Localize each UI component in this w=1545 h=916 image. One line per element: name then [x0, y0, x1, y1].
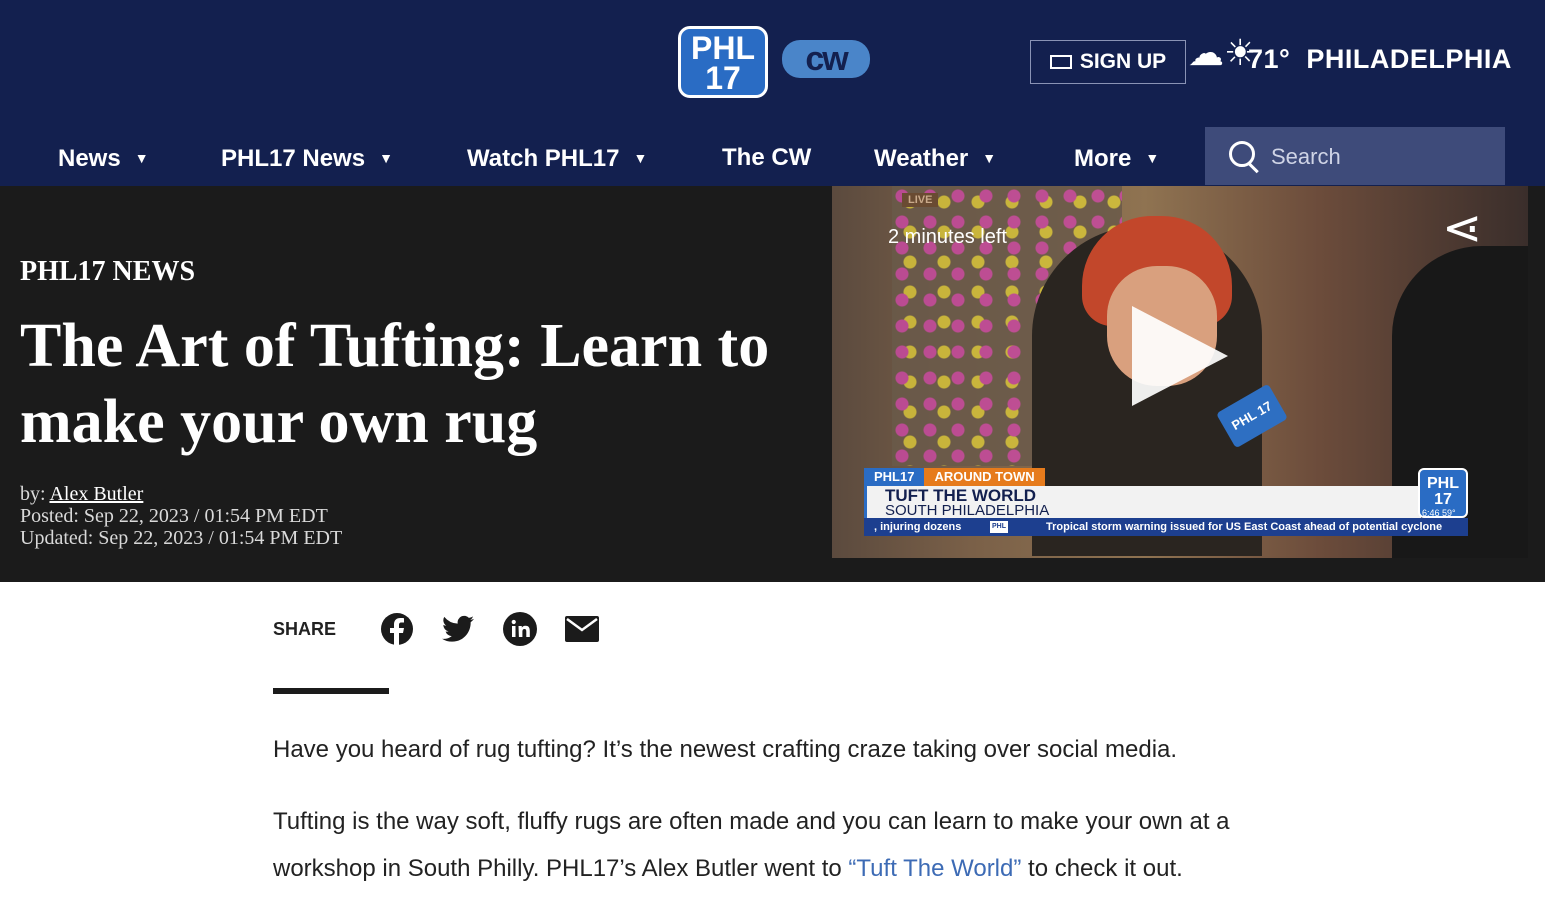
search-box[interactable] [1205, 127, 1505, 185]
sign-up-label: SIGN UP [1079, 50, 1167, 73]
search-input[interactable] [1269, 137, 1493, 177]
facebook-icon[interactable] [379, 611, 415, 647]
share-label: SHARE [273, 619, 337, 639]
author-link[interactable]: Alex Butler [49, 483, 143, 505]
lower-third-tags: PHL17 AROUND TOWN [864, 468, 1045, 486]
tuft-the-world-link[interactable]: “Tuft The World” [848, 855, 1021, 882]
search-icon[interactable] [1229, 141, 1255, 167]
bug-line: PHL [1427, 475, 1459, 492]
lower-third: PHL17 AROUND TOWN TUFT THE WORLD SOUTH PH… [864, 468, 1468, 536]
nav-label: The CW [722, 144, 812, 171]
lower-third-banner: TUFT THE WORLD SOUTH PHILADELPHIA [864, 486, 1421, 518]
logo-17-text: 17 [705, 60, 741, 96]
article-meta: by: Alex Butler Posted: Sep 22, 2023 / 0… [20, 483, 342, 549]
paragraph-text: to check it out. [1021, 855, 1183, 882]
nav-item-more[interactable]: More ▼ [1074, 128, 1159, 186]
news-ticker: , injuring dozens PHL Tropical storm war… [864, 518, 1468, 536]
caret-down-icon: ▼ [1145, 150, 1160, 166]
nav-label: Watch PHL17 [467, 145, 620, 172]
play-icon[interactable] [1132, 306, 1228, 406]
sign-up-button[interactable]: SIGN UP [1030, 40, 1186, 84]
lower-third-subtitle: SOUTH PHILADELPHIA [885, 502, 1050, 519]
email-icon[interactable] [564, 611, 600, 647]
article-paragraph: Tufting is the way soft, fluffy rugs are… [273, 798, 1283, 892]
nav-item-news[interactable]: News ▼ [58, 128, 149, 186]
caret-down-icon: ▼ [379, 150, 393, 166]
linkedin-icon[interactable] [502, 611, 538, 647]
caret-down-icon: ▼ [633, 150, 648, 166]
nav-label: News [58, 145, 121, 172]
lower-third-tag: AROUND TOWN [924, 468, 1045, 486]
ticker-text: , injuring dozens [874, 521, 962, 533]
weather-readout[interactable]: 71° PHILADELPHIA [1248, 44, 1512, 75]
lower-third-tag: PHL17 [864, 468, 925, 486]
article-category[interactable]: PHL17 NEWS [20, 256, 195, 288]
byline: by: Alex Butler [20, 483, 342, 505]
phl17-logo[interactable]: PHL 17 [678, 26, 768, 98]
lower-third-clock: 6:46 59° [1422, 508, 1456, 518]
byline-prefix: by: [20, 483, 46, 505]
share-icon[interactable]: ⋖ [1442, 200, 1482, 256]
cw-logo[interactable]: cw [782, 40, 870, 78]
caret-down-icon: ▼ [134, 150, 149, 166]
ticker-text: Tropical storm warning issued for US Eas… [1046, 521, 1443, 533]
temperature: 71° [1248, 44, 1291, 74]
caret-down-icon: ▼ [982, 150, 997, 166]
city-name: PHILADELPHIA [1306, 44, 1512, 74]
article-paragraph: Have you heard of rug tufting? It’s the … [273, 736, 1178, 763]
nav-label: Weather [874, 145, 969, 172]
logo-phl-text: PHL [691, 30, 755, 66]
partly-sunny-icon: ☁☀ [1188, 32, 1257, 73]
time-left-label: 2 minutes left [888, 226, 1007, 248]
posted-date: Posted: Sep 22, 2023 / 01:54 PM EDT [20, 505, 328, 527]
article-title: The Art of Tufting: Learn to make your o… [20, 312, 770, 456]
updated-date: Updated: Sep 22, 2023 / 01:54 PM EDT [20, 527, 343, 549]
nav-item-the-cw[interactable]: The CW [722, 128, 811, 186]
nav-label: More [1074, 145, 1132, 172]
nav-item-watch-phl17[interactable]: Watch PHL17 ▼ [467, 128, 647, 186]
nav-label: PHL17 News [221, 145, 366, 172]
live-tag: LIVE [902, 193, 939, 207]
video-player[interactable]: PHL 17 LIVE 2 minutes left ⋖ PHL17 AROUND… [832, 186, 1528, 558]
twitter-icon[interactable] [440, 611, 476, 647]
nav-item-weather[interactable]: Weather ▼ [874, 128, 996, 186]
nav-item-phl17-news[interactable]: PHL17 News ▼ [221, 128, 393, 186]
ticker-logo: PHL [990, 521, 1008, 533]
share-divider [273, 688, 389, 694]
bug-line: 17 [1434, 491, 1452, 508]
envelope-icon [1049, 55, 1072, 69]
